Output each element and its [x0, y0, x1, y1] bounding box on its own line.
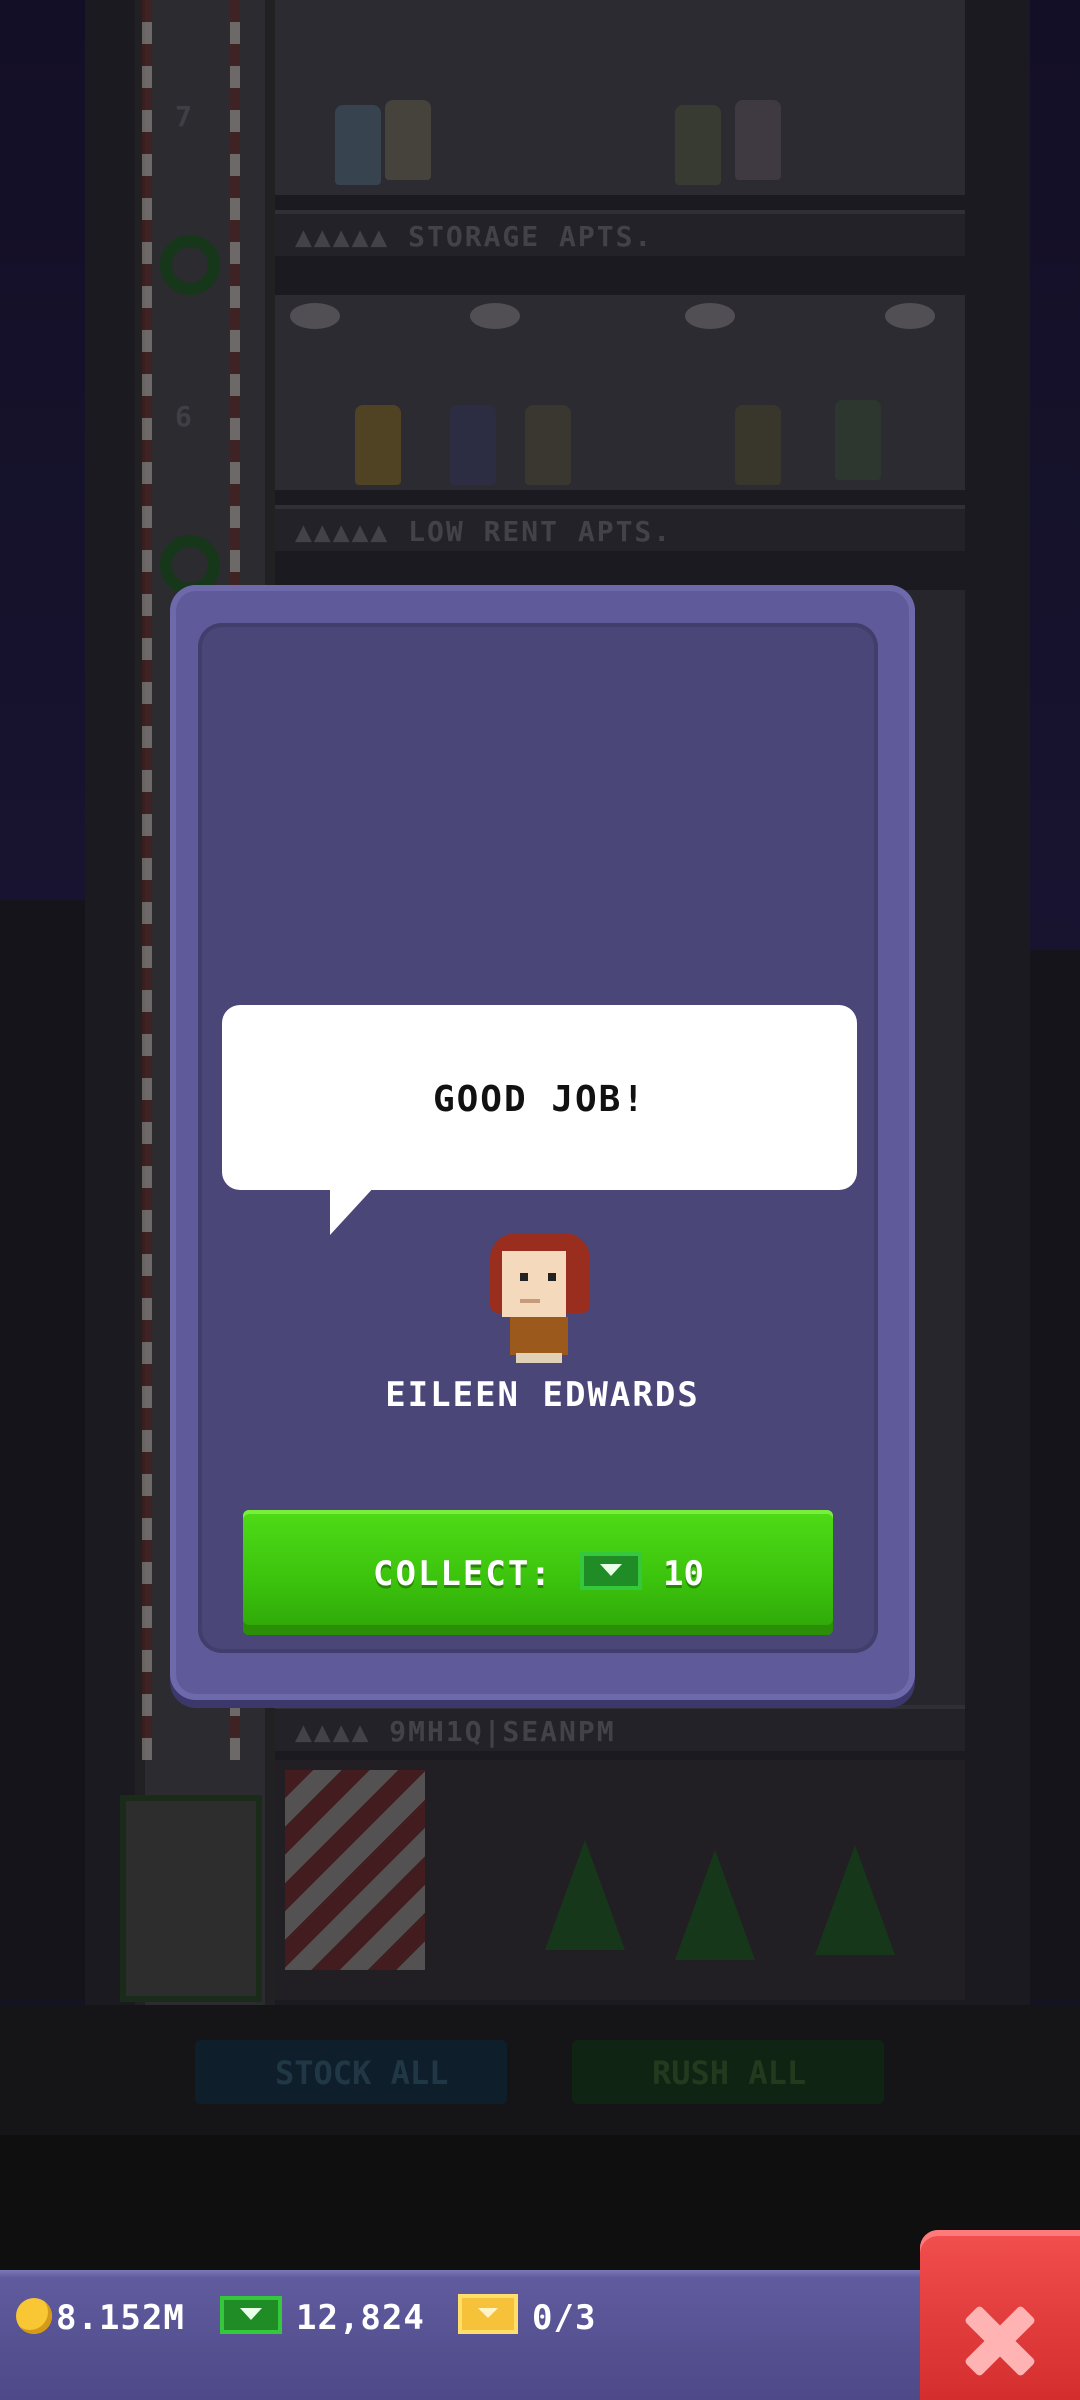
bux-value: 12,824 — [296, 2298, 425, 2338]
character-avatar — [490, 1233, 590, 1363]
collect-button[interactable]: COLLECT: 10 — [243, 1510, 833, 1635]
bux-icon — [580, 1552, 642, 1590]
collect-label: COLLECT: — [373, 1554, 553, 1594]
avatar-eye — [548, 1273, 556, 1281]
currency-bar: 8.152M 12,824 0/3 — [0, 2270, 930, 2400]
speech-bubble-tail — [330, 1185, 376, 1235]
avatar-face — [502, 1251, 566, 1317]
avatar-eye — [520, 1273, 528, 1281]
avatar-legs — [516, 1353, 562, 1363]
speech-bubble: GOOD JOB! — [222, 1005, 857, 1190]
close-button[interactable] — [920, 2230, 1080, 2400]
speech-text: GOOD JOB! — [432, 1079, 647, 1120]
character-name: EILEEN EDWARDS — [385, 1375, 700, 1415]
avatar-mouth — [520, 1299, 540, 1303]
bux-icon — [220, 2296, 282, 2334]
coin-icon — [16, 2298, 52, 2334]
collect-amount: 10 — [663, 1554, 704, 1594]
close-icon — [950, 2300, 1050, 2326]
avatar-body — [510, 1317, 568, 1355]
golden-ticket-icon — [458, 2294, 518, 2334]
coins-value: 8.152M — [56, 2298, 185, 2338]
reward-dialog: GOOD JOB! EILEEN EDWARDS COLLECT: 10 — [170, 585, 915, 1700]
tickets-value: 0/3 — [532, 2298, 597, 2338]
